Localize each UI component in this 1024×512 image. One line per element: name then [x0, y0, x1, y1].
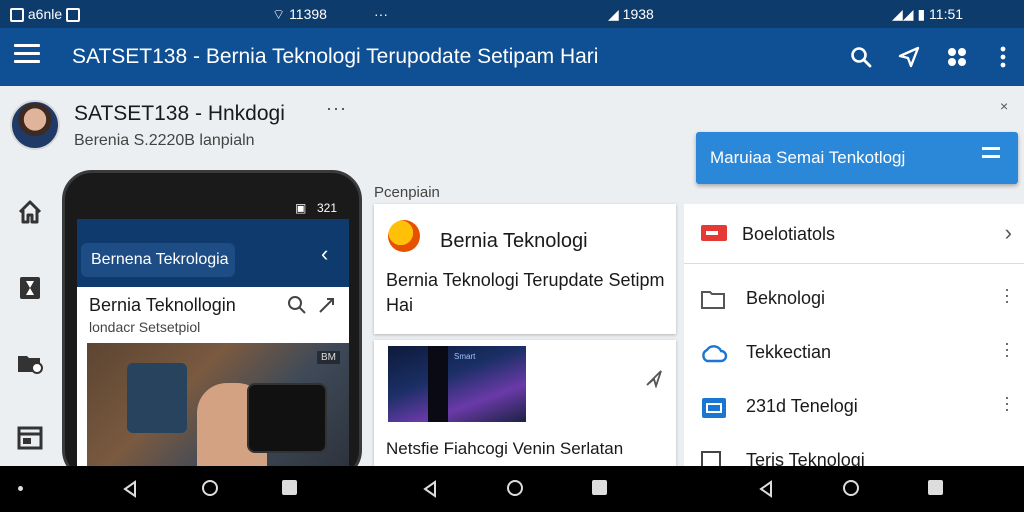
avatar[interactable] — [10, 100, 60, 150]
list-item-first-label: Boelotiatols — [742, 224, 836, 244]
phone-headline: Bernia Teknollogin — [89, 295, 236, 315]
cta-button[interactable]: Maruiaa Semai Tenkotlogj — [696, 132, 1018, 184]
home-button[interactable] — [202, 480, 218, 496]
more-vert-icon[interactable]: · · · — [1002, 388, 1012, 418]
image-device-right — [247, 383, 327, 453]
phone-app-bar: Bernena Tekrologia ‹ — [77, 219, 349, 287]
list-item[interactable]: Beknologi · · · — [684, 272, 1024, 326]
status-left: a6nle — [10, 6, 81, 23]
status-right: ◢◢ ▮ 11:51 — [892, 6, 963, 23]
phone-mockup: ▣ 321 Bernena Tekrologia ‹ Bernia Teknol… — [62, 170, 362, 480]
menu-icon[interactable] — [14, 44, 40, 68]
article-card[interactable]: Smart Netsfie Fiahcogi Venin Serlatan te… — [374, 340, 676, 466]
status-left-text: a6nle — [27, 6, 63, 22]
phone-share-icon[interactable] — [317, 293, 339, 320]
cta-label: Maruiaa Semai Tenkotlogj — [710, 148, 906, 167]
status-dots: ··· — [374, 6, 388, 22]
chevron-right-icon: › — [1004, 220, 1012, 245]
dot-indicator — [18, 486, 23, 491]
news-card[interactable]: Bernia Teknologi Bernia Teknologi Terupd… — [374, 204, 676, 334]
recents-button[interactable] — [592, 480, 607, 495]
status-signal: ⌔ 11398 — [272, 6, 327, 24]
article-image-label: Smart — [454, 352, 476, 361]
phone-screen: ▣ 321 Bernena Tekrologia ‹ Bernia Teknol… — [77, 197, 349, 477]
folder-outline-icon — [700, 288, 726, 310]
image-tag: BM — [317, 351, 340, 364]
wifi-icon: ⌔ — [272, 6, 286, 22]
status-bar: a6nle ⌔ 11398 ··· ◢ 1938 ◢◢ ▮ 11:51 — [0, 0, 1024, 28]
back-button[interactable] — [758, 480, 774, 503]
camera-icon: ▣ — [295, 201, 307, 215]
browser-window-icon[interactable] — [16, 424, 44, 452]
more-vert-icon[interactable] — [988, 42, 1018, 72]
search-icon[interactable] — [846, 42, 876, 72]
profile-subtitle: Berenia S.2220B lanpialn — [74, 132, 255, 149]
phone-status-bar: ▣ 321 — [77, 197, 349, 219]
app-bar: SATSET138 - Bernia Teknologi Terupodate … — [0, 28, 1024, 86]
home-button[interactable] — [843, 480, 859, 496]
monitor-icon — [700, 396, 726, 418]
equals-icon — [982, 147, 1000, 165]
recents-button[interactable] — [928, 480, 943, 495]
close-icon[interactable]: × — [1000, 98, 1008, 114]
share-icon[interactable] — [942, 42, 972, 72]
more-vert-icon[interactable]: · · · — [1002, 334, 1012, 364]
cloud-icon — [700, 342, 728, 364]
profile-more-button[interactable]: ··· — [326, 98, 347, 119]
list-item[interactable]: 231d Tenelogi · · · — [684, 380, 1024, 434]
chevron-left-icon[interactable]: ‹ — [321, 241, 328, 267]
category-list: Boelotiatols › Beknologi · · · Tekkectian … — [684, 204, 1024, 471]
phone-header-pill[interactable]: Bernena Tekrologia — [81, 243, 235, 277]
profile-name: SATSET138 - Hnkdogi — [74, 102, 285, 125]
phone-subline: londacr Setsetpiol — [89, 319, 201, 335]
list-item-first[interactable]: Boelotiatols › — [684, 204, 1024, 264]
list-item[interactable]: Tekkectian · · · — [684, 326, 1024, 380]
signal-icon: ◢ — [608, 6, 619, 22]
status-signal-text: 11398 — [289, 6, 327, 22]
mail-icon — [66, 8, 81, 23]
article-image: Smart — [388, 346, 526, 422]
status-mid-text: 1938 — [622, 6, 654, 22]
back-button[interactable] — [122, 480, 138, 503]
list-item-label: Tekkectian — [746, 342, 832, 362]
send-icon[interactable] — [894, 42, 924, 72]
phone-search-icon[interactable] — [287, 295, 307, 320]
hourglass-icon[interactable] — [16, 274, 44, 302]
tag-icon — [700, 224, 728, 247]
back-button[interactable] — [422, 480, 438, 503]
folder-icon[interactable] — [16, 348, 44, 376]
send-arrow-icon[interactable] — [644, 368, 664, 393]
news-card-title: Bernia Teknologi — [440, 230, 588, 252]
app-title: SATSET138 - Bernia Teknologi Terupodate … — [72, 45, 599, 68]
more-vert-icon[interactable]: · · · — [1002, 280, 1012, 310]
battery-icon: ▮ — [917, 6, 926, 22]
news-card-body: Bernia Teknologi Terupdate Setipm Hai — [386, 270, 665, 315]
phone-article-image[interactable]: BM — [87, 343, 349, 477]
news-logo-icon — [388, 220, 420, 252]
home-icon[interactable] — [16, 198, 44, 226]
notification-icon — [10, 8, 24, 23]
list-item-label: Beknologi — [746, 288, 826, 308]
article-text: Netsfie Fiahcogi Venin Serlatan tenpplah… — [386, 439, 624, 466]
phone-status-text: 321 — [317, 201, 338, 215]
article-image-bar — [428, 346, 448, 422]
status-mid: ◢ 1938 — [608, 6, 654, 23]
system-nav-bar — [0, 466, 1024, 512]
wifi-signal-icon: ◢◢ — [892, 6, 914, 22]
image-device-left — [127, 363, 187, 433]
status-time: 11:51 — [929, 6, 964, 22]
section-label: Pcenpiain — [374, 184, 440, 201]
home-button[interactable] — [507, 480, 523, 496]
list-item-label: 231d Tenelogi — [746, 396, 858, 416]
recents-button[interactable] — [282, 480, 297, 495]
